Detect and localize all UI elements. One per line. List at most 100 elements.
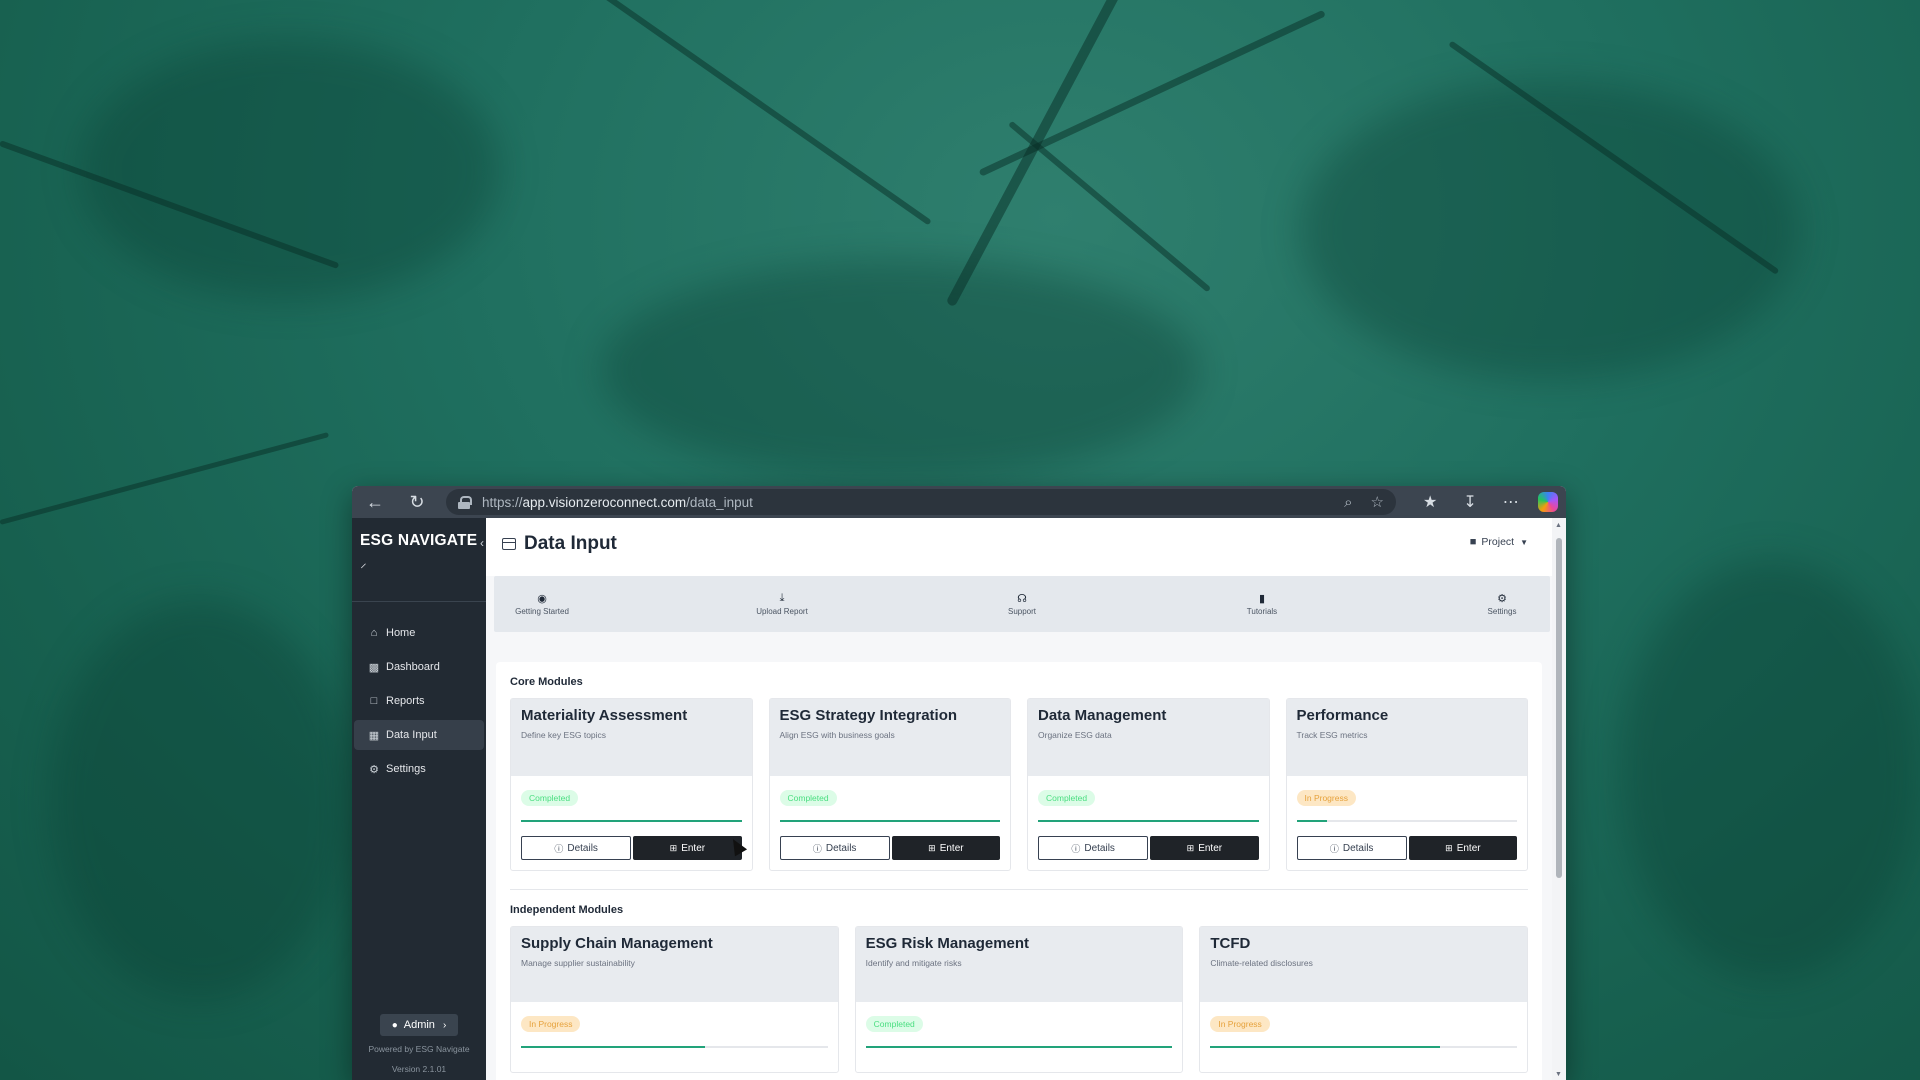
module-title: Performance [1296,707,1389,724]
status-badge: In Progress [1210,1016,1270,1032]
progress-fill [521,1046,705,1048]
quick-label: Support [1007,607,1037,616]
details-label: Details [1084,842,1115,854]
gear-icon: ⚙ [1497,593,1507,605]
quick-label: Getting Started [515,607,569,616]
browser-toolbar: ← ↻ https://app.visionzeroconnect.com/da… [352,486,1566,518]
upload-icon: ⤓ [779,592,785,604]
collapse-icon[interactable]: ‹ [480,536,484,550]
project-dropdown[interactable]: ■ Project ▼ [1470,536,1528,548]
plus-square-icon: ⊞ [1445,842,1453,853]
admin-button[interactable]: ● Admin › [379,1014,459,1036]
user-icon: ● [391,1019,398,1031]
quick-getting-started[interactable]: ◉ Getting Started [502,592,582,616]
pencil-icon[interactable]: ⎯ [356,558,371,573]
vertical-scrollbar[interactable]: ▲ ▼ [1552,518,1566,1080]
enter-button[interactable]: ⊞ Enter [633,836,742,860]
quick-settings[interactable]: ⚙ Settings [1462,592,1542,616]
scrollbar-thumb[interactable] [1556,538,1562,878]
section-divider [510,889,1528,890]
core-modules-title: Core Modules [510,676,583,688]
details-label: Details [1342,842,1374,854]
scroll-up-icon[interactable]: ▲ [1555,522,1562,529]
details-button[interactable]: ⓘ Details [521,836,632,860]
details-button[interactable]: ⓘ Details [1296,836,1407,860]
progress-bar [865,1046,1173,1048]
quick-tutorials[interactable]: ▮ Tutorials [1222,592,1302,616]
admin-label: Admin [403,1019,435,1031]
details-label: Details [825,842,857,854]
chevron-down-icon: ▼ [1520,537,1528,547]
browser-window: ← ↻ https://app.visionzeroconnect.com/da… [352,486,1566,1080]
details-button[interactable]: ⓘ Details [1038,836,1149,860]
modules-panel: Core Modules Materiality Assessment Defi… [496,662,1542,1080]
quick-upload-report[interactable]: ⤓ Upload Report [742,592,822,616]
module-subtitle: Identify and mitigate risks [865,958,962,968]
sidebar-item-settings[interactable]: ⚙ Settings [354,754,484,784]
module-card: Materiality Assessment Define key ESG to… [510,698,753,871]
back-icon[interactable]: ← [360,490,390,514]
progress-bar [1296,820,1517,822]
enter-button[interactable]: ⊞ Enter [1150,836,1259,860]
sidebar-item-dashboard[interactable]: ▩ Dashboard [354,652,484,682]
building-icon: ■ [1469,536,1477,548]
version-text: Version 2.1.01 [391,1064,447,1074]
status-badge: Completed [865,1016,923,1032]
enter-button[interactable]: ⊞ Enter [891,836,1000,860]
quick-support[interactable]: ☊ Support [982,592,1062,616]
table-icon [502,538,516,550]
powered-by-text: Powered by ESG Navigate [368,1044,470,1054]
progress-fill [865,1046,1173,1048]
gear-icon: ⚙ [369,763,379,776]
bar-chart-icon: ▩ [368,661,380,674]
status-badge: Completed [779,790,837,806]
brand: ESG NAVIGATE ‹ ⎯ [352,518,486,602]
address-bar[interactable]: https://app.visionzeroconnect.com/data_i… [446,489,1396,515]
progress-fill [1038,820,1259,822]
status-badge: In Progress [521,1016,581,1032]
quick-label: Settings [1487,607,1517,616]
module-title: ESG Strategy Integration [779,707,958,724]
plus-square-icon: ⊞ [669,842,678,853]
sidebar-item-label: Home [386,627,416,639]
status-badge: Completed [1038,790,1096,806]
plus-square-icon: ⊞ [928,842,936,853]
progress-fill [521,820,742,822]
enter-label: Enter [1198,842,1223,854]
copilot-icon[interactable] [1537,492,1558,512]
home-icon: ⌂ [370,627,378,639]
sidebar-item-home[interactable]: ⌂ Home [354,618,484,648]
plus-square-icon: ⊞ [1186,842,1195,853]
module-subtitle: Define key ESG topics [521,730,607,740]
info-icon: ⓘ [1071,843,1081,854]
more-icon[interactable]: ⋯ [1503,492,1519,512]
module-subtitle: Organize ESG data [1038,730,1112,740]
project-label: Project [1481,536,1515,548]
independent-modules-grid: Supply Chain Management Manage supplier … [510,926,1529,1073]
star-icon[interactable]: ☆ [1371,493,1384,511]
module-subtitle: Align ESG with business goals [779,730,895,740]
document-icon: □ [370,695,378,707]
info-icon: ⓘ [812,843,822,854]
favorites-icon[interactable]: ★ [1423,492,1437,512]
quick-label: Tutorials [1246,607,1278,616]
progress-bar [521,820,742,822]
sidebar-footer: ● Admin › Powered by ESG Navigate Versio… [352,1014,486,1080]
status-badge: In Progress [1296,790,1356,806]
quick-actions-bar: ◉ Getting Started ⤓ Upload Report ☊ Supp… [494,576,1550,632]
page-header: Data Input ■ Project ▼ [486,518,1566,576]
url-path: /data_input [686,494,753,510]
sidebar-item-data-input[interactable]: ▦ Data Input [354,720,484,750]
download-icon[interactable]: ↧ [1463,492,1476,512]
reload-icon[interactable]: ↻ [402,490,432,514]
scroll-down-icon[interactable]: ▼ [1555,1071,1562,1078]
sidebar-item-label: Dashboard [386,661,440,673]
lock-icon [458,495,472,509]
module-title: Data Management [1038,707,1167,724]
enter-button[interactable]: ⊞ Enter [1408,836,1517,860]
module-title: ESG Risk Management [865,935,1030,952]
details-button[interactable]: ⓘ Details [779,836,890,860]
sidebar-item-reports[interactable]: □ Reports [354,686,484,716]
sidebar-item-label: Settings [386,763,426,775]
zoom-out-icon[interactable]: ⌕ [1344,494,1352,511]
